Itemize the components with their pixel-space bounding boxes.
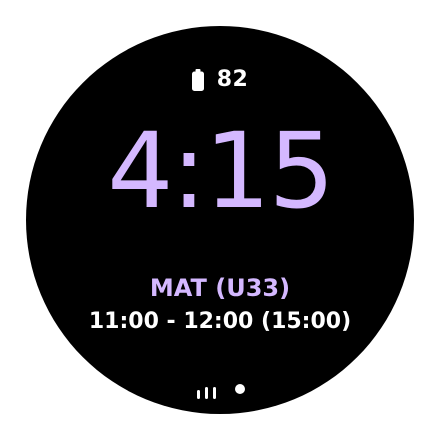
page-dot-icon [235,384,245,394]
next-event-title[interactable]: MAT (U33) [26,273,414,303]
tiles-bars-icon[interactable] [195,383,219,399]
clock-time[interactable]: 4:15 [26,116,414,226]
next-event-time[interactable]: 11:00 - 12:00 (15:00) [26,307,414,337]
battery-status: 82 [26,67,414,93]
page-indicator [26,381,414,401]
battery-level: 82 [216,67,249,92]
battery-icon [191,69,204,91]
watch-face: 82 4:15 MAT (U33) 11:00 - 12:00 (15:00) [26,26,414,414]
